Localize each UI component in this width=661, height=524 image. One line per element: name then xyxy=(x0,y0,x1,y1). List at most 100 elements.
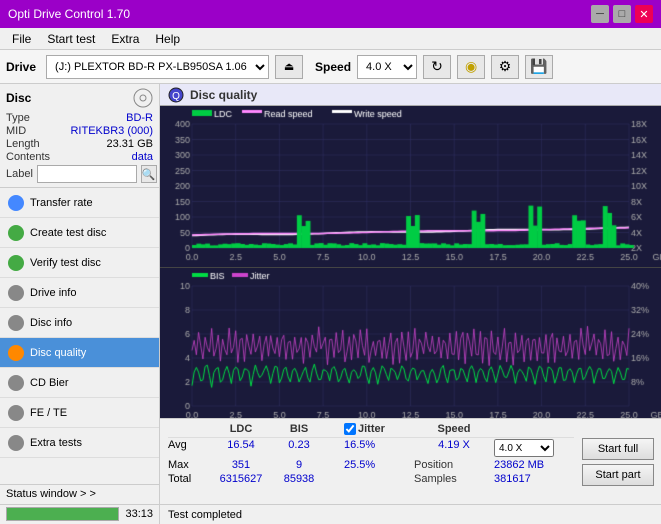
samples-value: 381617 xyxy=(494,473,574,485)
max-bis: 9 xyxy=(270,459,328,471)
drive-info-label: Drive info xyxy=(30,287,76,299)
status-text-bar: Test completed xyxy=(160,504,661,524)
avg-ldc: 16.54 xyxy=(212,439,270,457)
settings-button[interactable]: ⚙ xyxy=(491,55,519,79)
start-part-button[interactable]: Start part xyxy=(582,464,654,486)
menu-file[interactable]: File xyxy=(4,30,39,48)
max-ldc: 351 xyxy=(212,459,270,471)
sidebar-item-disc-info[interactable]: Disc info xyxy=(0,308,159,338)
status-window-label: Status window > > xyxy=(6,488,96,500)
save-button[interactable]: 💾 xyxy=(525,55,553,79)
menu-help[interactable]: Help xyxy=(147,30,188,48)
stat-headers: LDC BIS Jitter Speed xyxy=(168,423,574,438)
avg-row: Avg 16.54 0.23 16.5% 4.19 X 4.0 X xyxy=(168,438,574,458)
create-test-disc-label: Create test disc xyxy=(30,227,106,239)
verify-test-disc-icon xyxy=(8,255,24,271)
disc-panel-icon xyxy=(133,88,153,108)
speed-select-stats[interactable]: 4.0 X xyxy=(494,439,554,457)
total-bis: 85938 xyxy=(270,473,328,485)
minimize-button[interactable]: ─ xyxy=(591,5,609,23)
disc-header: Disc xyxy=(6,88,153,108)
drive-info-icon xyxy=(8,285,24,301)
nav-items: Transfer rate Create test disc Verify te… xyxy=(0,188,159,484)
jitter-header: Jitter xyxy=(358,423,385,435)
disc-label-row: Label 🔍 xyxy=(6,165,153,183)
disc-mid-value: RITEKBR3 (000) xyxy=(70,125,153,137)
time-display: 33:13 xyxy=(125,508,153,520)
disc-type-value: BD-R xyxy=(126,112,153,124)
sidebar-item-transfer-rate[interactable]: Transfer rate xyxy=(0,188,159,218)
avg-label: Avg xyxy=(168,439,212,457)
sidebar-item-cd-bier[interactable]: CD Bier xyxy=(0,368,159,398)
position-value: 23862 MB xyxy=(494,459,574,471)
disc-label-input[interactable] xyxy=(37,165,137,183)
bis-chart-canvas xyxy=(160,268,661,418)
bis-header: BIS xyxy=(270,423,328,435)
start-full-button[interactable]: Start full xyxy=(582,438,654,460)
close-button[interactable]: ✕ xyxy=(635,5,653,23)
menu-start-test[interactable]: Start test xyxy=(39,30,103,48)
disc-mid-row: MID RITEKBR3 (000) xyxy=(6,125,153,137)
titlebar: Opti Drive Control 1.70 ─ □ ✕ xyxy=(0,0,661,28)
disc-quality-title: Disc quality xyxy=(190,88,257,102)
content-area: Q Disc quality LDC BIS xyxy=(160,84,661,524)
speed-header: Speed xyxy=(414,423,494,435)
avg-jitter: 16.5% xyxy=(344,439,414,457)
charts-area xyxy=(160,106,661,418)
samples-label: Samples xyxy=(414,473,494,485)
cd-bier-icon xyxy=(8,375,24,391)
disc-type-row: Type BD-R xyxy=(6,112,153,124)
chart-bottom xyxy=(160,268,661,418)
ldc-header: LDC xyxy=(212,423,270,435)
transfer-rate-icon xyxy=(8,195,24,211)
stat-table-container: LDC BIS Jitter Speed Avg 16.54 xyxy=(160,419,582,504)
sidebar-item-extra-tests[interactable]: Extra tests xyxy=(0,428,159,458)
sidebar: Disc Type BD-R MID RITEKBR3 (000) Length… xyxy=(0,84,160,524)
jitter-checkbox[interactable] xyxy=(344,423,356,435)
status-text: Test completed xyxy=(168,509,242,521)
sidebar-item-create-test-disc[interactable]: Create test disc xyxy=(0,218,159,248)
disc-quality-icon xyxy=(8,345,24,361)
disc-icon-button[interactable]: ◉ xyxy=(457,55,485,79)
stats-bar: LDC BIS Jitter Speed Avg 16.54 xyxy=(160,418,661,504)
status-window-button[interactable]: Status window > > xyxy=(0,485,159,505)
svg-text:Q: Q xyxy=(172,91,180,102)
maximize-button[interactable]: □ xyxy=(613,5,631,23)
start-buttons: Start full Start part xyxy=(582,419,661,504)
progress-bar-fill xyxy=(7,508,118,520)
menu-extra[interactable]: Extra xyxy=(103,30,147,48)
sidebar-item-disc-quality[interactable]: Disc quality xyxy=(0,338,159,368)
menubar: File Start test Extra Help xyxy=(0,28,661,50)
extra-tests-icon xyxy=(8,435,24,451)
total-label: Total xyxy=(168,473,212,485)
sidebar-item-drive-info[interactable]: Drive info xyxy=(0,278,159,308)
disc-quality-icon: Q xyxy=(168,87,184,103)
disc-contents-value: data xyxy=(132,151,153,163)
disc-info-icon xyxy=(8,315,24,331)
max-jitter: 25.5% xyxy=(344,459,414,471)
create-test-disc-icon xyxy=(8,225,24,241)
disc-contents-label: Contents xyxy=(6,151,50,163)
sidebar-item-verify-test-disc[interactable]: Verify test disc xyxy=(0,248,159,278)
position-label: Position xyxy=(414,459,494,471)
max-label: Max xyxy=(168,459,212,471)
total-row: Total 6315627 85938 Samples 381617 xyxy=(168,472,574,486)
speed-select[interactable]: 4.0 X xyxy=(357,55,417,79)
disc-label-label: Label xyxy=(6,168,33,180)
disc-quality-header: Q Disc quality xyxy=(160,84,661,106)
status-bar: Status window > > 33:13 xyxy=(0,484,159,524)
sidebar-item-fe-te[interactable]: FE / TE xyxy=(0,398,159,428)
total-ldc: 6315627 xyxy=(212,473,270,485)
speed-select-container: 4.0 X xyxy=(494,439,574,457)
extra-tests-label: Extra tests xyxy=(30,437,82,449)
disc-mid-label: MID xyxy=(6,125,26,137)
eject-button[interactable]: ⏏ xyxy=(275,55,303,79)
disc-label-button[interactable]: 🔍 xyxy=(141,165,157,183)
drive-select[interactable]: (J:) PLEXTOR BD-R PX-LB950SA 1.06 xyxy=(46,55,269,79)
disc-info-label: Disc info xyxy=(30,317,72,329)
speed-value: 4.19 X xyxy=(414,439,494,457)
disc-length-value: 23.31 GB xyxy=(107,138,153,150)
refresh-button[interactable]: ↻ xyxy=(423,55,451,79)
transfer-rate-label: Transfer rate xyxy=(30,197,93,209)
disc-panel-title: Disc xyxy=(6,91,31,105)
